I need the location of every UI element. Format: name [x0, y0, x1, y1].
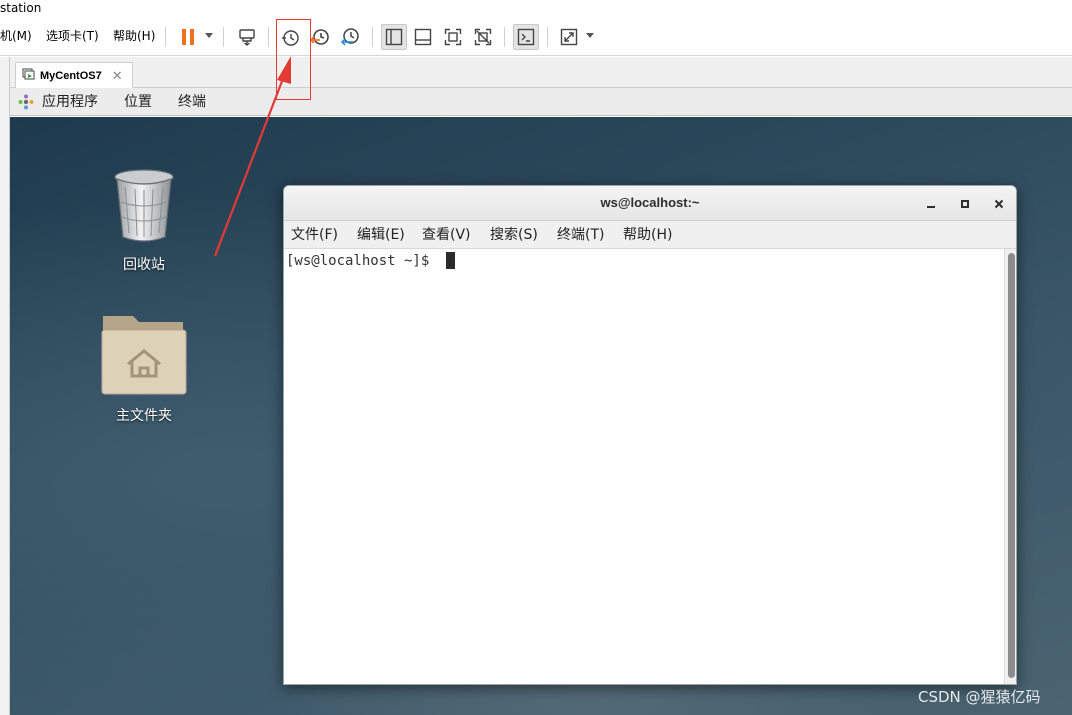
annotation-arrow	[213, 56, 291, 257]
watermark: CSDN @猩猿亿码	[918, 688, 1041, 706]
